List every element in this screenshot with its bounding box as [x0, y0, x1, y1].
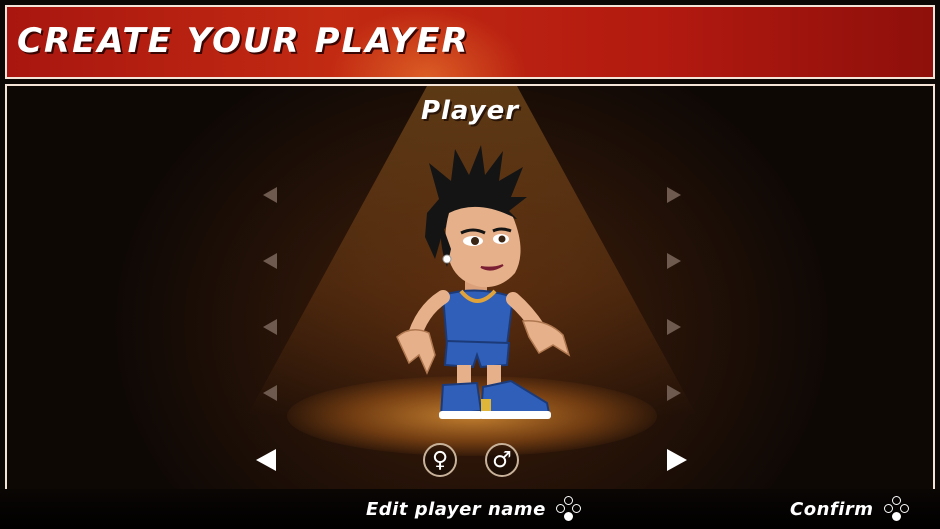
confirm-button[interactable]: Confirm [790, 495, 910, 523]
option-2-prev-arrow[interactable] [263, 253, 277, 269]
avatar-face [445, 206, 521, 288]
footer-bar: Edit player name Confirm [0, 489, 940, 529]
confirm-label: Confirm [790, 498, 874, 520]
page-title: CREATE YOUR PLAYER [17, 21, 470, 61]
controller-buttons-icon [555, 496, 582, 522]
option-3-prev-arrow[interactable] [263, 319, 277, 335]
avatar-left-shoe [439, 381, 483, 417]
option-2-next-arrow[interactable] [667, 253, 681, 269]
female-button[interactable]: ♀ [423, 443, 457, 477]
player-avatar [396, 145, 571, 419]
character-stage: Player ♀ ♂ [5, 84, 935, 489]
option-4-prev-arrow[interactable] [263, 385, 277, 401]
male-symbol-icon: ♂ [492, 447, 512, 473]
female-symbol-icon: ♀ [431, 447, 449, 473]
title-bar: CREATE YOUR PLAYER [5, 5, 935, 79]
gender-prev-arrow[interactable] [256, 449, 276, 471]
option-4-next-arrow[interactable] [667, 385, 681, 401]
player-label: Player [420, 96, 520, 126]
edit-player-name-label: Edit player name [366, 498, 546, 520]
option-1-prev-arrow[interactable] [263, 187, 277, 203]
edit-player-name-button[interactable]: Edit player name [366, 495, 582, 523]
option-1-next-arrow[interactable] [667, 187, 681, 203]
option-3-next-arrow[interactable] [667, 319, 681, 335]
male-button[interactable]: ♂ [485, 443, 519, 477]
avatar-shorts [443, 339, 511, 369]
avatar-right-shoe [479, 379, 551, 417]
gender-next-arrow[interactable] [667, 449, 687, 471]
controller-buttons-icon [883, 496, 910, 522]
